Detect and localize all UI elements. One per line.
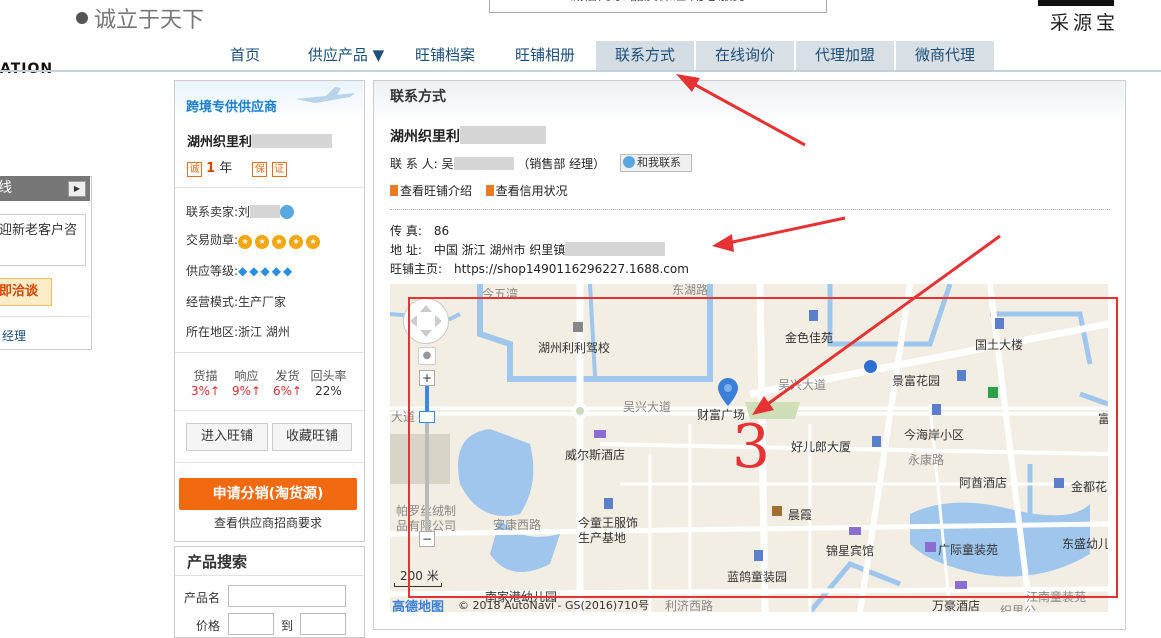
annotation-arrows bbox=[676, 74, 1001, 415]
